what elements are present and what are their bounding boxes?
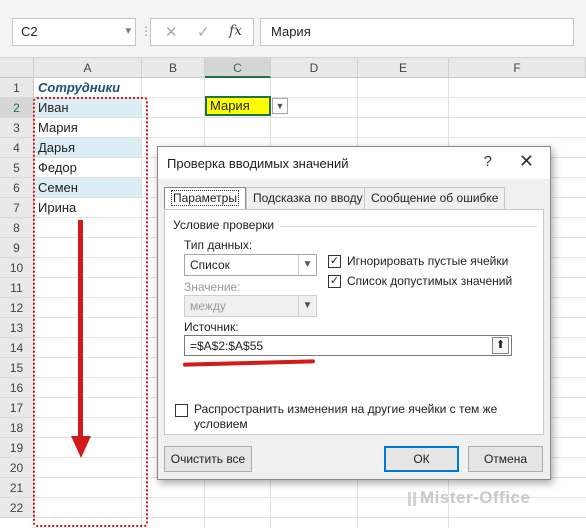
collapse-dialog-icon[interactable]: ⬆ bbox=[492, 337, 509, 354]
select-all-corner[interactable] bbox=[0, 58, 34, 78]
row-header[interactable]: 4 bbox=[0, 138, 34, 158]
value-label: Значение: bbox=[184, 280, 241, 294]
column-header-b[interactable]: B bbox=[142, 58, 205, 78]
row-header[interactable]: 9 bbox=[0, 238, 34, 258]
chevron-down-icon[interactable]: ▼ bbox=[298, 255, 316, 275]
watermark: Mister-Office bbox=[420, 488, 531, 507]
value-select: между ▼ bbox=[184, 295, 317, 317]
tab-parameters[interactable]: Параметры bbox=[164, 187, 246, 210]
in-cell-dropdown-checkbox[interactable]: ✓ bbox=[328, 275, 341, 288]
annotation-dotted-range bbox=[33, 97, 148, 527]
row-header[interactable]: 8 bbox=[0, 218, 34, 238]
ignore-blank-checkbox[interactable]: ✓ bbox=[328, 255, 341, 268]
row-header[interactable]: 18 bbox=[0, 418, 34, 438]
help-icon[interactable]: ? bbox=[484, 153, 492, 170]
source-value: =$A$2:$A$55 bbox=[190, 339, 264, 353]
tab-panel: Условие проверки Тип данных: Список ▼ ✓ … bbox=[164, 209, 544, 435]
ignore-blank-label: Игнорировать пустые ячейки bbox=[347, 254, 509, 268]
row-header[interactable]: 16 bbox=[0, 378, 34, 398]
column-header-f[interactable]: F bbox=[449, 58, 586, 78]
arrow-down-icon bbox=[71, 436, 91, 458]
row-header[interactable]: 7 bbox=[0, 198, 34, 218]
tab-input-message[interactable]: Подсказка по вводу bbox=[246, 187, 370, 209]
cell-c2-selected[interactable]: Мария bbox=[205, 96, 271, 116]
cell-a1[interactable]: Сотрудники bbox=[35, 78, 141, 97]
source-input[interactable]: =$A$2:$A$55 ⬆ bbox=[184, 335, 512, 356]
apply-all-checkbox[interactable] bbox=[175, 404, 188, 417]
row-header[interactable]: 6 bbox=[0, 178, 34, 198]
data-type-select[interactable]: Список ▼ bbox=[184, 254, 317, 276]
row-header[interactable]: 15 bbox=[0, 358, 34, 378]
fx-icon[interactable]: fx bbox=[229, 23, 242, 39]
data-validation-dialog: Проверка вводимых значений ? ✕ Параметры… bbox=[157, 146, 551, 480]
chevron-down-icon: ▼ bbox=[298, 296, 316, 316]
annotation-arrow-shaft bbox=[78, 220, 83, 440]
row-header[interactable]: 14 bbox=[0, 338, 34, 358]
source-label: Источник: bbox=[184, 320, 239, 334]
column-header-c[interactable]: C bbox=[205, 58, 271, 78]
row-header[interactable]: 11 bbox=[0, 278, 34, 298]
tab-error-alert[interactable]: Сообщение об ошибке bbox=[364, 187, 506, 209]
logo-icon bbox=[408, 492, 416, 506]
row-header[interactable]: 17 bbox=[0, 398, 34, 418]
check-icon[interactable]: ✓ bbox=[197, 23, 210, 41]
name-box-value: C2 bbox=[21, 24, 38, 39]
dialog-title: Проверка вводимых значений bbox=[167, 156, 349, 171]
row-header[interactable]: 13 bbox=[0, 318, 34, 338]
data-type-label: Тип данных: bbox=[184, 238, 253, 252]
row-header[interactable]: 19 bbox=[0, 438, 34, 458]
group-label: Условие проверки bbox=[173, 218, 275, 232]
row-header[interactable]: 12 bbox=[0, 298, 34, 318]
row-header[interactable]: 5 bbox=[0, 158, 34, 178]
name-box[interactable]: C2 ▾ bbox=[12, 18, 136, 46]
data-type-value: Список bbox=[190, 258, 230, 272]
formula-bar: C2 ▾ ⋮ ✕ ✓ fx Мария bbox=[0, 0, 586, 58]
clear-all-button[interactable]: Очистить все bbox=[164, 446, 252, 472]
chevron-down-icon[interactable]: ▾ bbox=[125, 24, 131, 37]
row-header[interactable]: 1 bbox=[0, 78, 34, 98]
apply-all-label: Распространить изменения на другие ячейк… bbox=[194, 402, 498, 431]
close-icon[interactable]: ✕ bbox=[519, 151, 534, 172]
row-header[interactable]: 2 bbox=[0, 98, 34, 118]
column-header-e[interactable]: E bbox=[358, 58, 449, 78]
row-header[interactable]: 21 bbox=[0, 478, 34, 498]
cancel-icon[interactable]: ✕ bbox=[165, 23, 178, 41]
dialog-titlebar: Проверка вводимых значений ? ✕ bbox=[158, 147, 550, 179]
dropdown-arrow-icon[interactable]: ▼ bbox=[272, 98, 288, 114]
formula-buttons: ✕ ✓ fx bbox=[150, 18, 254, 46]
annotation-underline bbox=[182, 359, 316, 367]
row-header[interactable]: 22 bbox=[0, 498, 34, 518]
ok-button[interactable]: ОК bbox=[384, 446, 459, 472]
row-header[interactable]: 3 bbox=[0, 118, 34, 138]
value-value: между bbox=[190, 299, 226, 313]
in-cell-dropdown-label: Список допустимых значений bbox=[347, 274, 513, 288]
column-header-d[interactable]: D bbox=[271, 58, 358, 78]
column-header-a[interactable]: A bbox=[34, 58, 142, 78]
row-header[interactable]: 20 bbox=[0, 458, 34, 478]
formula-input[interactable]: Мария bbox=[260, 18, 574, 46]
row-header[interactable]: 10 bbox=[0, 258, 34, 278]
group-divider bbox=[281, 226, 537, 227]
tab-label: Параметры bbox=[171, 190, 239, 206]
cancel-button[interactable]: Отмена bbox=[468, 446, 543, 472]
